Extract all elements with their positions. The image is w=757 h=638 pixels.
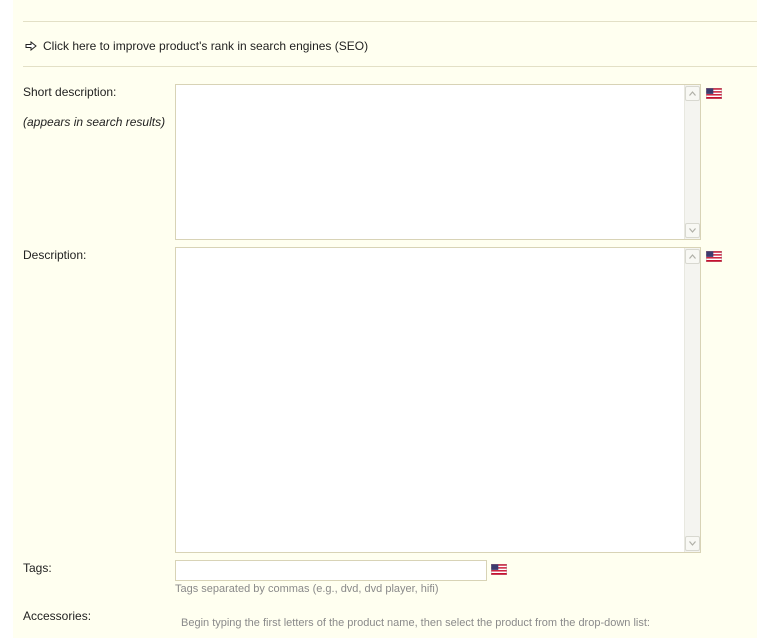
chevron-down-icon bbox=[689, 228, 696, 233]
short-description-textarea[interactable] bbox=[175, 84, 701, 240]
short-description-label: Short description: bbox=[23, 85, 117, 99]
arrow-right-icon bbox=[25, 41, 37, 51]
scroll-down-button[interactable] bbox=[685, 536, 700, 551]
tags-label: Tags: bbox=[23, 561, 52, 575]
us-flag-icon[interactable] bbox=[706, 88, 722, 99]
description-scrollbar[interactable] bbox=[684, 248, 700, 552]
tags-hint: Tags separated by commas (e.g., dvd, dvd… bbox=[175, 583, 439, 595]
tags-input[interactable] bbox=[175, 560, 487, 581]
divider-seo bbox=[23, 66, 757, 67]
chevron-up-icon bbox=[689, 254, 696, 259]
us-flag-icon[interactable] bbox=[491, 564, 507, 575]
us-flag-icon[interactable] bbox=[706, 251, 722, 262]
accessories-hint: Begin typing the first letters of the pr… bbox=[181, 617, 650, 629]
scroll-up-button[interactable] bbox=[685, 86, 700, 101]
short-description-scrollbar[interactable] bbox=[684, 85, 700, 239]
short-description-sublabel: (appears in search results) bbox=[23, 115, 166, 129]
seo-toggle-link[interactable]: Click here to improve product's rank in … bbox=[25, 39, 368, 53]
chevron-down-icon bbox=[689, 541, 696, 546]
scroll-up-button[interactable] bbox=[685, 249, 700, 264]
description-label: Description: bbox=[23, 248, 87, 262]
accessories-label: Accessories: bbox=[23, 609, 92, 623]
seo-link-label[interactable]: Click here to improve product's rank in … bbox=[43, 39, 368, 53]
chevron-up-icon bbox=[689, 91, 696, 96]
description-textarea[interactable] bbox=[175, 247, 701, 553]
scroll-down-button[interactable] bbox=[685, 223, 700, 238]
divider-top bbox=[23, 21, 757, 22]
